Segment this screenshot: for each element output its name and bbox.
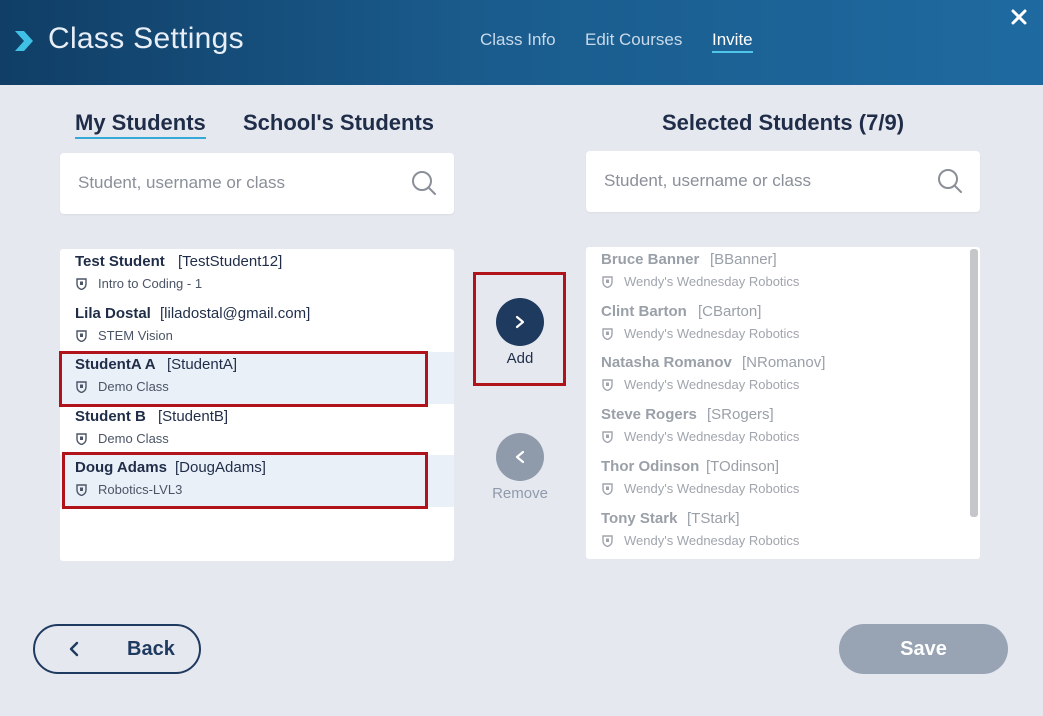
student-row[interactable]: Student B [StudentB] Demo Class <box>60 404 454 456</box>
student-name: Test Student <box>75 253 165 270</box>
student-class: Demo Class <box>98 431 169 446</box>
tab-schools-students[interactable]: School's Students <box>243 110 434 136</box>
search-icon[interactable] <box>411 170 437 196</box>
student-username: [TStark] <box>687 510 740 527</box>
selected-student-row[interactable]: Thor Odinson [TOdinson] Wendy's Wednesda… <box>586 454 970 506</box>
selected-student-row[interactable]: Clint Barton [CBarton] Wendy's Wednesday… <box>586 299 970 351</box>
class-shield-icon <box>76 330 87 342</box>
class-shield-icon <box>602 328 613 340</box>
selected-student-row[interactable]: Steve Rogers [SRogers] Wendy's Wednesday… <box>586 402 970 454</box>
student-name: Student B <box>75 408 146 425</box>
class-shield-icon <box>602 431 613 443</box>
chevron-left-icon <box>69 641 79 657</box>
student-name: Natasha Romanov <box>601 354 732 371</box>
student-username: [NRomanov] <box>742 354 826 371</box>
student-row[interactable]: Test Student [TestStudent12] Intro to Co… <box>60 249 454 301</box>
student-class: Wendy's Wednesday Robotics <box>624 377 800 392</box>
student-username: [BBanner] <box>710 251 777 268</box>
close-icon[interactable] <box>1008 6 1030 28</box>
student-row[interactable]: Lila Dostal [liladostal@gmail.com] STEM … <box>60 301 454 353</box>
class-shield-icon <box>602 483 613 495</box>
highlight-box-studenta <box>59 351 428 407</box>
highlight-box-doug-adams <box>62 452 428 509</box>
student-name: Steve Rogers <box>601 406 697 423</box>
back-button[interactable]: Back <box>33 624 201 674</box>
selected-student-row[interactable]: Natasha Romanov [NRomanov] Wendy's Wedne… <box>586 350 970 402</box>
student-username: [TestStudent12] <box>178 253 283 270</box>
class-shield-icon <box>602 379 613 391</box>
page-title: Class Settings <box>48 22 244 55</box>
class-shield-icon <box>602 535 613 547</box>
student-username: [SRogers] <box>707 406 774 423</box>
student-class: Wendy's Wednesday Robotics <box>624 326 800 341</box>
student-name: Tony Stark <box>601 510 678 527</box>
student-name: Bruce Banner <box>601 251 700 268</box>
search-icon[interactable] <box>937 168 963 194</box>
selected-students-search-input[interactable] <box>604 167 924 195</box>
student-class: STEM Vision <box>98 328 173 343</box>
header-bar: Class Settings Class Info Edit Courses I… <box>0 0 1043 85</box>
selected-students-title: Selected Students (7/9) <box>661 110 905 135</box>
selected-list-scrollbar[interactable] <box>970 249 978 517</box>
chevron-left-icon <box>515 450 525 464</box>
student-class: Wendy's Wednesday Robotics <box>624 533 800 548</box>
my-students-search-input[interactable] <box>78 169 398 197</box>
class-shield-icon <box>76 433 87 445</box>
class-shield-icon <box>602 276 613 288</box>
selected-student-row[interactable]: Tony Stark [TStark] Wendy's Wednesday Ro… <box>586 506 970 558</box>
tab-my-students[interactable]: My Students <box>75 110 206 139</box>
my-students-search <box>60 153 454 214</box>
student-name: Thor Odinson <box>601 458 700 475</box>
tab-class-info[interactable]: Class Info <box>480 30 556 50</box>
back-button-label: Back <box>127 638 175 660</box>
add-button[interactable] <box>496 298 544 346</box>
selected-students-list: Bruce Banner [BBanner] Wendy's Wednesday… <box>586 247 980 559</box>
class-shield-icon <box>76 278 87 290</box>
selected-students-search <box>586 151 980 212</box>
tab-invite[interactable]: Invite <box>712 30 753 53</box>
student-name: Clint Barton <box>601 303 687 320</box>
student-class: Wendy's Wednesday Robotics <box>624 274 800 289</box>
selected-student-row[interactable]: Bruce Banner [BBanner] Wendy's Wednesday… <box>586 247 970 299</box>
remove-button[interactable] <box>496 433 544 481</box>
tab-edit-courses[interactable]: Edit Courses <box>585 30 682 50</box>
chevron-logo-icon <box>15 31 33 51</box>
student-class: Wendy's Wednesday Robotics <box>624 481 800 496</box>
student-class: Wendy's Wednesday Robotics <box>624 429 800 444</box>
student-class: Intro to Coding - 1 <box>98 276 203 291</box>
add-button-label: Add <box>506 350 534 367</box>
chevron-right-icon <box>515 315 525 329</box>
remove-button-label: Remove <box>492 485 548 502</box>
student-username: [StudentB] <box>158 408 229 425</box>
student-username: [TOdinson] <box>706 458 780 475</box>
save-button[interactable]: Save <box>839 624 1008 674</box>
student-username: [liladostal@gmail.com] <box>160 305 311 322</box>
student-name: Lila Dostal <box>75 305 151 322</box>
student-username: [CBarton] <box>698 303 762 320</box>
